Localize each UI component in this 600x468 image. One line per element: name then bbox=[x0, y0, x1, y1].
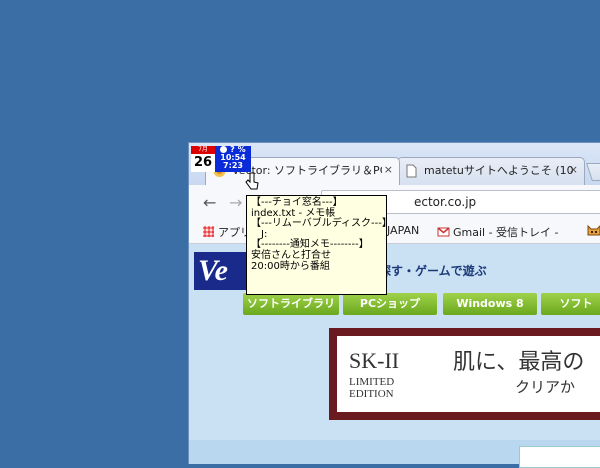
page-icon bbox=[406, 164, 417, 178]
ad-edition: EDITION bbox=[349, 388, 394, 400]
choimado-tooltip: 【---チョイ窓名---】 index.txt - メモ帳 【---リムーバブル… bbox=[246, 195, 387, 295]
cat-icon bbox=[587, 224, 600, 236]
clock-line3: 7:23 bbox=[223, 161, 243, 170]
content-box bbox=[519, 446, 600, 468]
url-text: ector.co.jp bbox=[414, 195, 477, 209]
site-tagline: 探す・ゲームで遊ぶ bbox=[379, 264, 487, 278]
close-tab-icon[interactable]: × bbox=[569, 163, 578, 176]
close-tab-icon[interactable]: × bbox=[384, 163, 393, 176]
forward-button[interactable]: → bbox=[229, 193, 242, 212]
vector-logo[interactable]: Ve bbox=[194, 252, 254, 290]
nav-button-soft-library[interactable]: ソフトライブラリ bbox=[243, 293, 339, 315]
advertisement-banner[interactable]: SK-II LIMITED EDITION 肌に、最高の クリアか bbox=[329, 328, 600, 420]
ad-limited: LIMITED bbox=[349, 376, 395, 388]
clock-knob-icon bbox=[220, 146, 228, 153]
bookmark-apps[interactable]: アプリ bbox=[203, 224, 251, 240]
clock-info: ? % 10:54 7:23 bbox=[215, 146, 251, 172]
back-button[interactable]: ← bbox=[203, 193, 216, 212]
ad-subline: クリアか bbox=[515, 378, 576, 396]
tooltip-line: 【---チョイ窓名---】 bbox=[251, 197, 343, 208]
ad-inner: SK-II LIMITED EDITION 肌に、最高の クリアか bbox=[337, 336, 600, 412]
gmail-icon bbox=[437, 227, 450, 237]
bookmark-cat[interactable] bbox=[587, 224, 600, 240]
tooltip-line: 【---リムーバブルディスク---】 bbox=[251, 218, 387, 230]
bookmark-label: Gmail - 受信トレイ - bbox=[453, 226, 559, 239]
bookmark-yahoo-japan[interactable]: JAPAN bbox=[387, 224, 419, 237]
ad-headline: 肌に、最高の bbox=[453, 350, 585, 375]
tooltip-line: 20:00時から番組 bbox=[251, 260, 330, 272]
nav-button-pc-shop[interactable]: PCショップ bbox=[343, 293, 437, 315]
tab-title: matetuサイトへようこそ (10時 bbox=[424, 164, 574, 177]
bookmark-gmail[interactable]: Gmail - 受信トレイ - bbox=[437, 224, 559, 240]
hand-cursor-icon bbox=[245, 172, 259, 190]
apps-grid-icon bbox=[203, 226, 214, 237]
clock-day: 26 bbox=[191, 154, 215, 172]
nav-button-soft[interactable]: ソフト bbox=[541, 293, 600, 315]
clock-month: 7月 bbox=[191, 146, 215, 154]
nav-button-windows8[interactable]: Windows 8 bbox=[443, 293, 537, 315]
bookmark-label: JAPAN bbox=[387, 224, 420, 237]
clock-widget[interactable]: 7月 26 ? % 10:54 7:23 bbox=[191, 146, 251, 172]
new-tab-button[interactable] bbox=[586, 163, 600, 181]
tooltip-line: 安倍さんと打合せ bbox=[251, 249, 331, 261]
ad-limited-edition: LIMITED EDITION bbox=[349, 376, 394, 400]
tab-matetu[interactable]: matetuサイトへようこそ (10時 × bbox=[397, 157, 585, 185]
ad-brand: SK-II bbox=[349, 348, 400, 373]
